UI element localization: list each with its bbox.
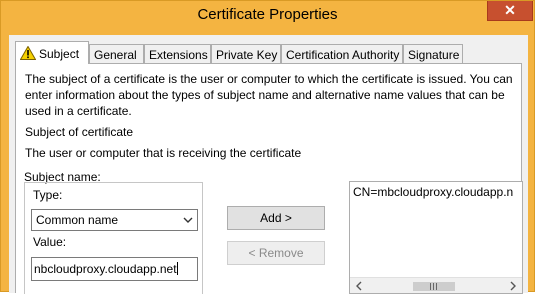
grip-icon [430,283,437,290]
tab-label: Extensions [149,48,208,62]
close-button[interactable]: ✕ [487,1,533,21]
tab-label: Signature [408,48,460,62]
horizontal-scrollbar[interactable] [350,277,522,293]
certificate-properties-window: Certificate Properties ✕ Subject General… [0,0,535,294]
tab-general[interactable]: General [89,44,144,63]
section-title: Subject of certificate [25,125,134,139]
tab-signature[interactable]: Signature [403,44,463,63]
scrollbar-thumb[interactable] [413,282,455,291]
window-title: Certificate Properties [197,6,338,23]
type-label: Type: [33,188,63,202]
remove-button[interactable]: < Remove [227,241,325,265]
scroll-right-icon[interactable] [508,281,518,291]
tab-certification-authority[interactable]: Certification Authority [281,44,403,63]
tab-label: Subject [39,47,80,61]
subject-description: The subject of a certificate is the user… [25,72,513,118]
value-label: Value: [33,235,67,249]
tab-label: Certification Authority [286,48,400,62]
type-select[interactable]: Common name [31,209,198,231]
add-button[interactable]: Add > [227,206,325,230]
text-caret [176,262,178,275]
subject-tab-panel: The subject of a certificate is the user… [15,63,523,294]
tab-subject[interactable]: Subject [15,41,89,64]
dialog-client-area: Subject General Extensions Private Key C… [9,35,528,294]
list-item[interactable]: CN=mbcloudproxy.cloudapp.n [353,185,513,199]
tab-label: Private Key [216,48,278,62]
value-input-text: nbcloudproxy.cloudapp.net [34,262,177,276]
subject-name-group: Type: Common name Value: nbcloudproxy.cl… [24,182,203,294]
warning-icon [20,46,36,60]
value-input[interactable]: nbcloudproxy.cloudapp.net [31,257,198,281]
chevron-down-icon [183,217,193,223]
section-description: The user or computer that is receiving t… [25,146,302,160]
tab-extensions[interactable]: Extensions [144,44,211,63]
tab-label: General [94,48,137,62]
type-select-value: Common name [36,213,119,227]
scroll-left-icon[interactable] [354,281,364,291]
tab-private-key[interactable]: Private Key [211,44,281,63]
subject-values-list[interactable]: CN=mbcloudproxy.cloudapp.n [349,181,523,294]
title-bar[interactable]: Certificate Properties ✕ [1,1,534,35]
